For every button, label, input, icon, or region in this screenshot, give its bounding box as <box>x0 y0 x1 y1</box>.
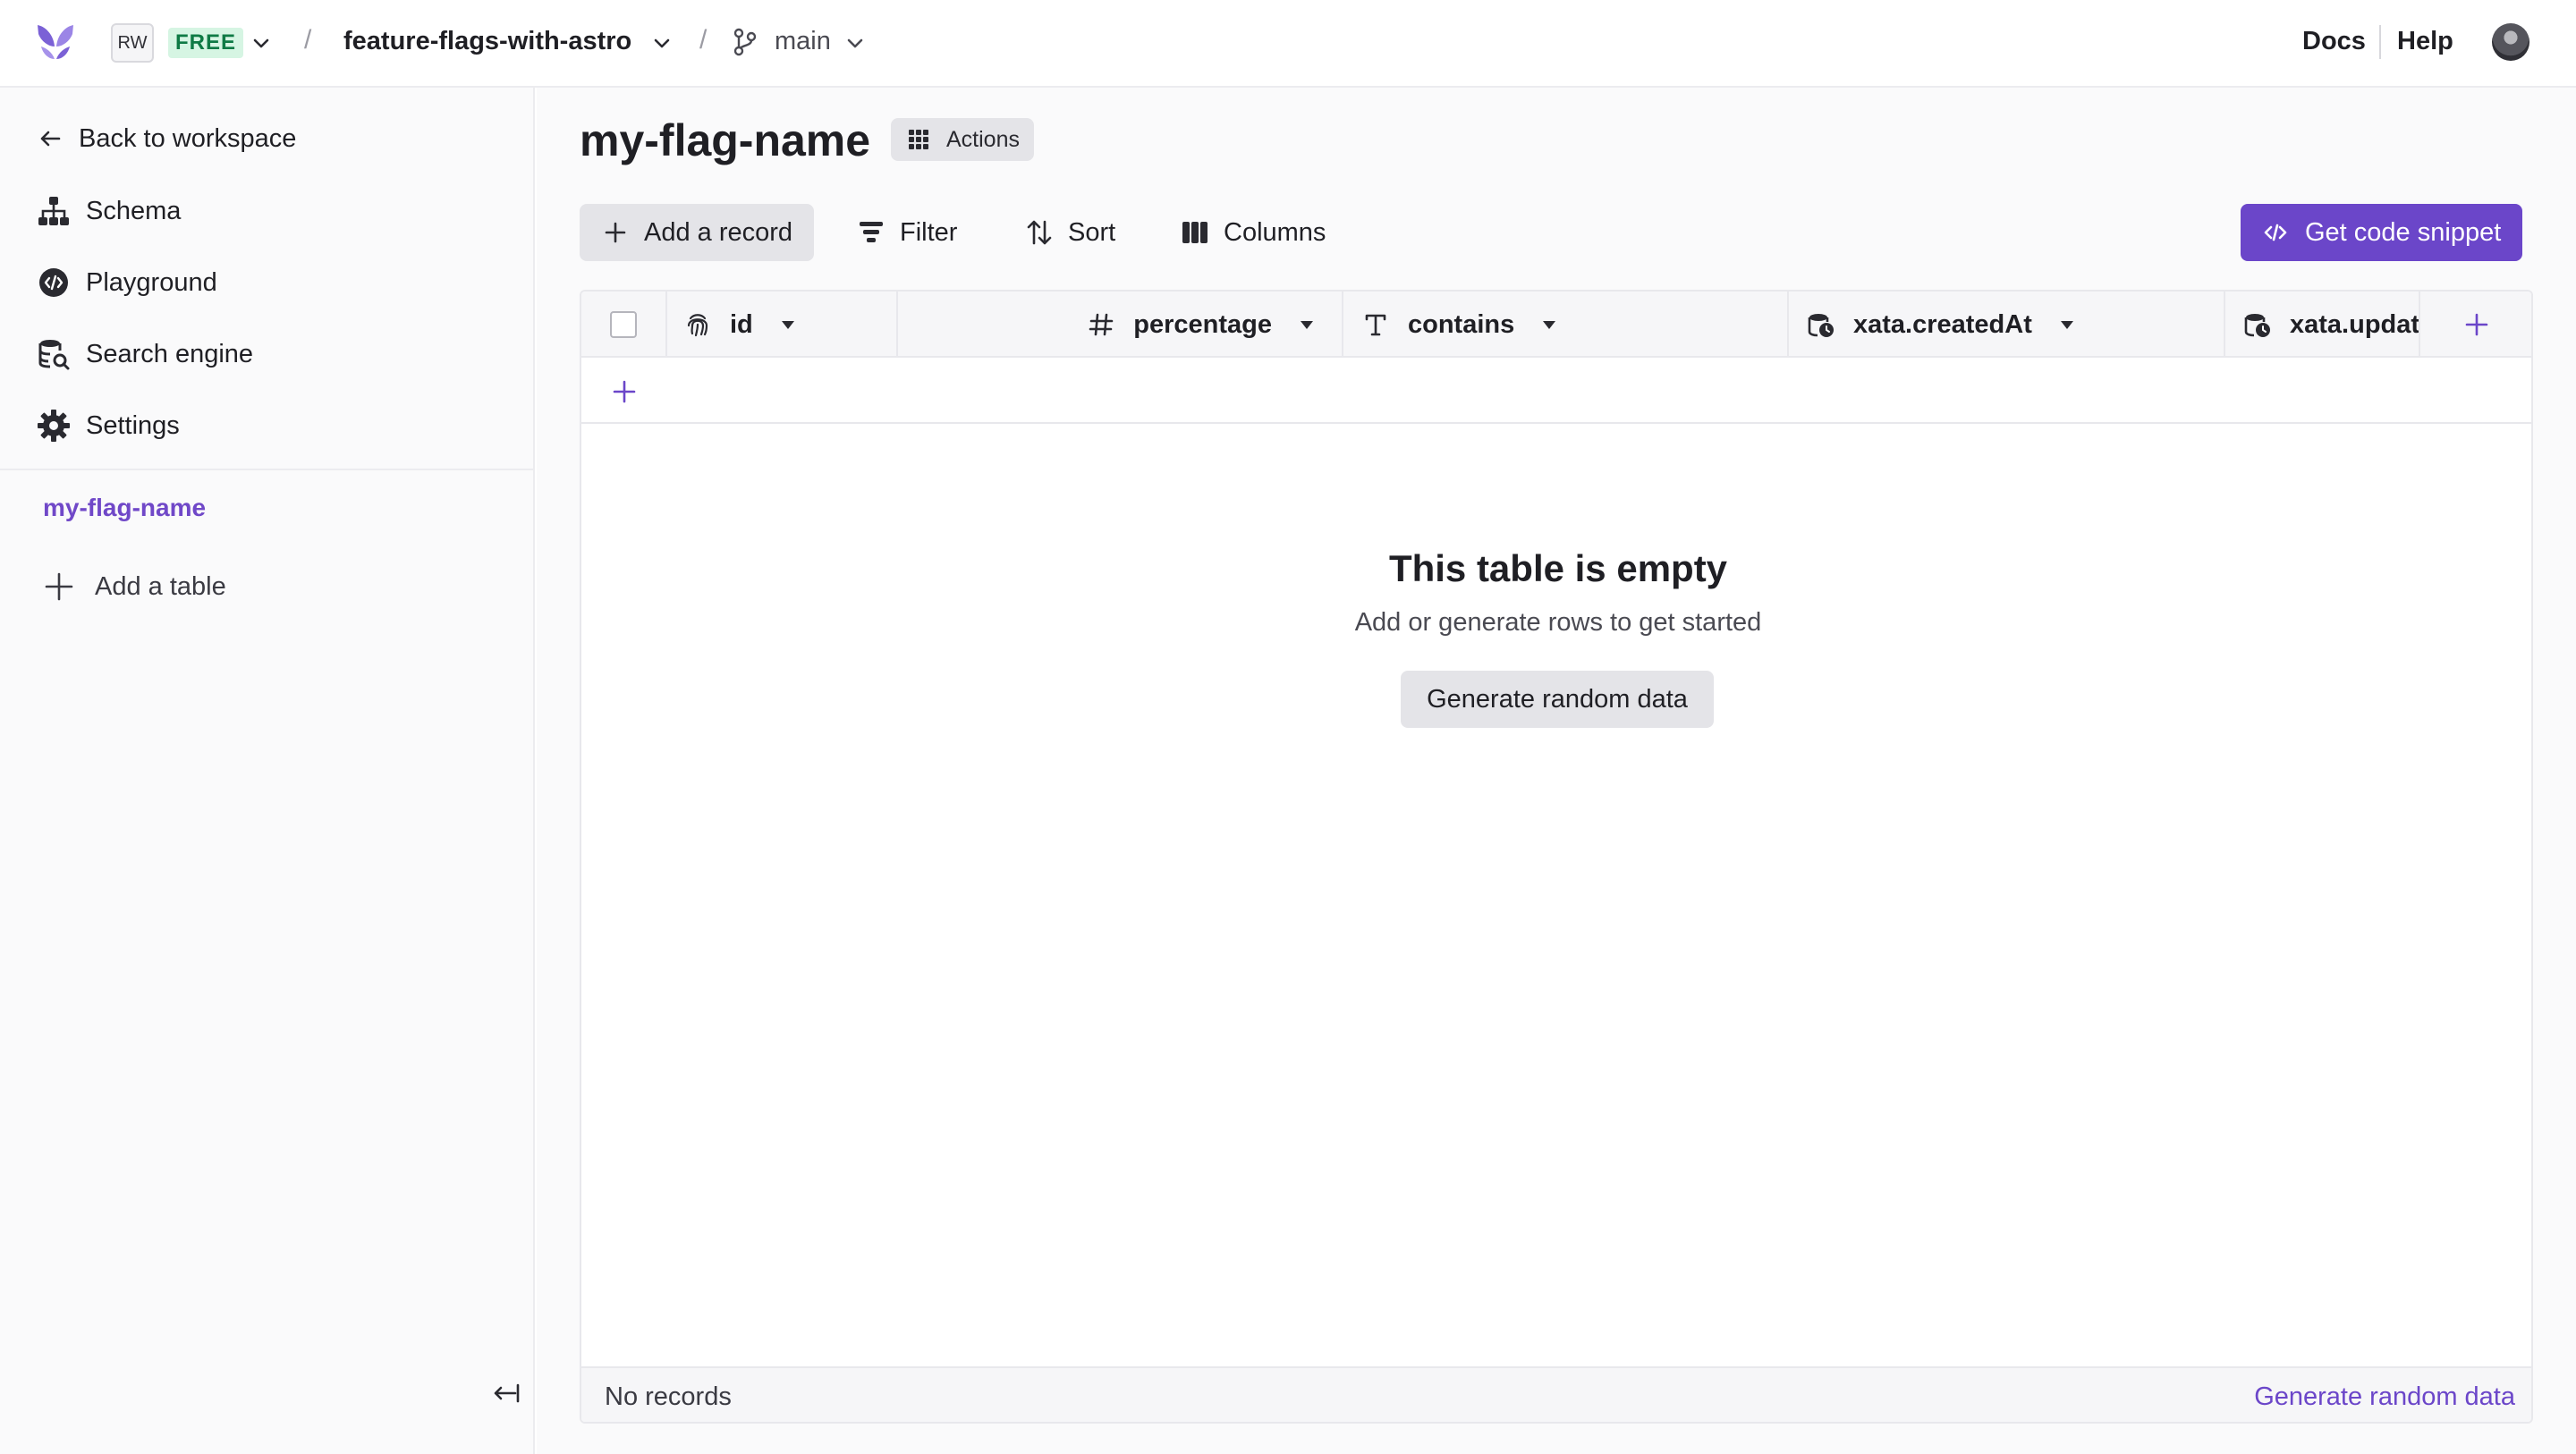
sort-arrows-icon <box>1025 218 1054 247</box>
collapse-sidebar-icon[interactable] <box>490 1377 522 1409</box>
add-column-button[interactable] <box>2420 292 2531 358</box>
footer-generate-random-data-link[interactable]: Generate random data <box>2254 1382 2515 1412</box>
filter-icon <box>857 218 886 247</box>
column-header-xata-updatedat[interactable]: xata.updatedAt <box>2225 292 2420 358</box>
table-footer: No records Generate random data <box>581 1366 2531 1422</box>
filter-label: Filter <box>900 217 958 247</box>
add-record-button[interactable]: Add a record <box>580 204 815 261</box>
datetime-icon <box>2243 310 2272 339</box>
git-branch-icon <box>732 27 758 57</box>
caret-down-icon[interactable] <box>1297 315 1317 334</box>
caret-down-icon[interactable] <box>1539 315 1559 334</box>
column-header-contains[interactable]: contains <box>1343 292 1789 358</box>
select-all-cell <box>581 292 667 358</box>
caret-down-icon[interactable] <box>778 315 798 334</box>
plus-icon <box>43 571 75 603</box>
table-header: id percentage contains xata.createdAt xa… <box>581 292 2531 358</box>
sort-label: Sort <box>1068 217 1116 247</box>
sidebar-table-item[interactable]: my-flag-name <box>43 494 206 522</box>
sidebar-item-settings[interactable]: Settings <box>36 403 180 448</box>
columns-button[interactable]: Columns <box>1159 204 1347 261</box>
database-chevron-down-icon[interactable] <box>649 30 674 55</box>
sidebar: Back to workspace Schema Playground Sear… <box>0 88 535 1454</box>
page-title: my-flag-name <box>580 115 871 165</box>
sidebar-divider <box>0 469 533 470</box>
add-table-button[interactable]: Add a table <box>43 571 226 603</box>
generate-random-data-button[interactable]: Generate random data <box>1401 671 1714 728</box>
branch-name[interactable]: main <box>775 27 831 56</box>
column-header-xata-createdat[interactable]: xata.createdAt <box>1789 292 2225 358</box>
columns-icon <box>1181 218 1209 247</box>
text-type-icon <box>1361 310 1390 339</box>
actions-button[interactable]: Actions <box>891 118 1034 161</box>
sidebar-item-playground[interactable]: Playground <box>36 260 217 305</box>
docs-link[interactable]: Docs <box>2302 27 2366 56</box>
sidebar-item-label: Search engine <box>86 339 254 368</box>
caret-down-icon[interactable] <box>2057 315 2077 334</box>
column-header-id[interactable]: id <box>667 292 898 358</box>
top-bar: RW FREE / feature-flags-with-astro / mai… <box>0 0 2576 88</box>
back-to-workspace-label: Back to workspace <box>79 123 297 153</box>
avatar[interactable] <box>2492 23 2529 61</box>
schema-icon <box>36 193 72 229</box>
column-name: xata.updatedAt <box>2290 309 2420 339</box>
database-name[interactable]: feature-flags-with-astro <box>343 27 631 56</box>
column-name: xata.createdAt <box>1853 309 2032 339</box>
record-count: No records <box>605 1382 732 1411</box>
xata-logo-icon[interactable] <box>34 20 77 63</box>
add-table-label: Add a table <box>95 571 226 601</box>
code-icon <box>2262 219 2289 246</box>
workspace-chevron-down-icon[interactable] <box>249 30 274 55</box>
get-code-snippet-button[interactable]: Get code snippet <box>2241 204 2523 261</box>
gear-icon <box>36 408 72 444</box>
select-all-checkbox[interactable] <box>610 311 637 338</box>
filter-button[interactable]: Filter <box>835 204 979 261</box>
get-code-snippet-label: Get code snippet <box>2305 217 2502 247</box>
column-name: percentage <box>1133 309 1272 339</box>
grid-icon <box>907 128 930 151</box>
branch-chevron-down-icon[interactable] <box>843 30 868 55</box>
add-record-label: Add a record <box>644 217 793 247</box>
sort-button[interactable]: Sort <box>1004 204 1137 261</box>
column-name: contains <box>1408 309 1515 339</box>
help-link[interactable]: Help <box>2397 27 2453 56</box>
empty-state-title: This table is empty <box>1388 547 1728 589</box>
empty-state-subtitle: Add or generate rows to get started <box>1354 608 1762 637</box>
datetime-icon <box>1807 310 1835 339</box>
hash-icon <box>1087 310 1115 339</box>
sidebar-item-label: Schema <box>86 196 182 225</box>
workspace-initials[interactable]: RW <box>111 23 154 63</box>
main-content: my-flag-name Actions Add a record Filter… <box>537 88 2576 1454</box>
breadcrumb-separator: / <box>304 25 312 55</box>
column-name: id <box>730 309 753 339</box>
add-row-strip <box>581 358 2531 424</box>
playground-icon <box>36 265 72 300</box>
actions-label: Actions <box>946 126 1020 152</box>
plus-icon <box>2462 310 2491 339</box>
column-header-percentage[interactable]: percentage <box>898 292 1343 358</box>
plan-badge: FREE <box>168 28 244 58</box>
add-row-plus-icon[interactable] <box>610 377 639 406</box>
search-engine-icon <box>36 336 72 372</box>
breadcrumb-separator: / <box>699 25 708 55</box>
sidebar-item-schema[interactable]: Schema <box>36 189 181 233</box>
back-to-workspace-link[interactable]: Back to workspace <box>36 116 296 161</box>
plus-icon <box>601 218 630 247</box>
columns-label: Columns <box>1224 217 1326 247</box>
sidebar-item-label: Settings <box>86 410 180 440</box>
topbar-divider <box>2379 25 2381 59</box>
arrow-left-icon <box>36 121 64 156</box>
sidebar-item-label: Playground <box>86 267 217 297</box>
sidebar-item-search-engine[interactable]: Search engine <box>36 332 253 376</box>
fingerprint-icon <box>683 310 712 339</box>
records-table: id percentage contains xata.createdAt xa… <box>580 290 2533 1424</box>
